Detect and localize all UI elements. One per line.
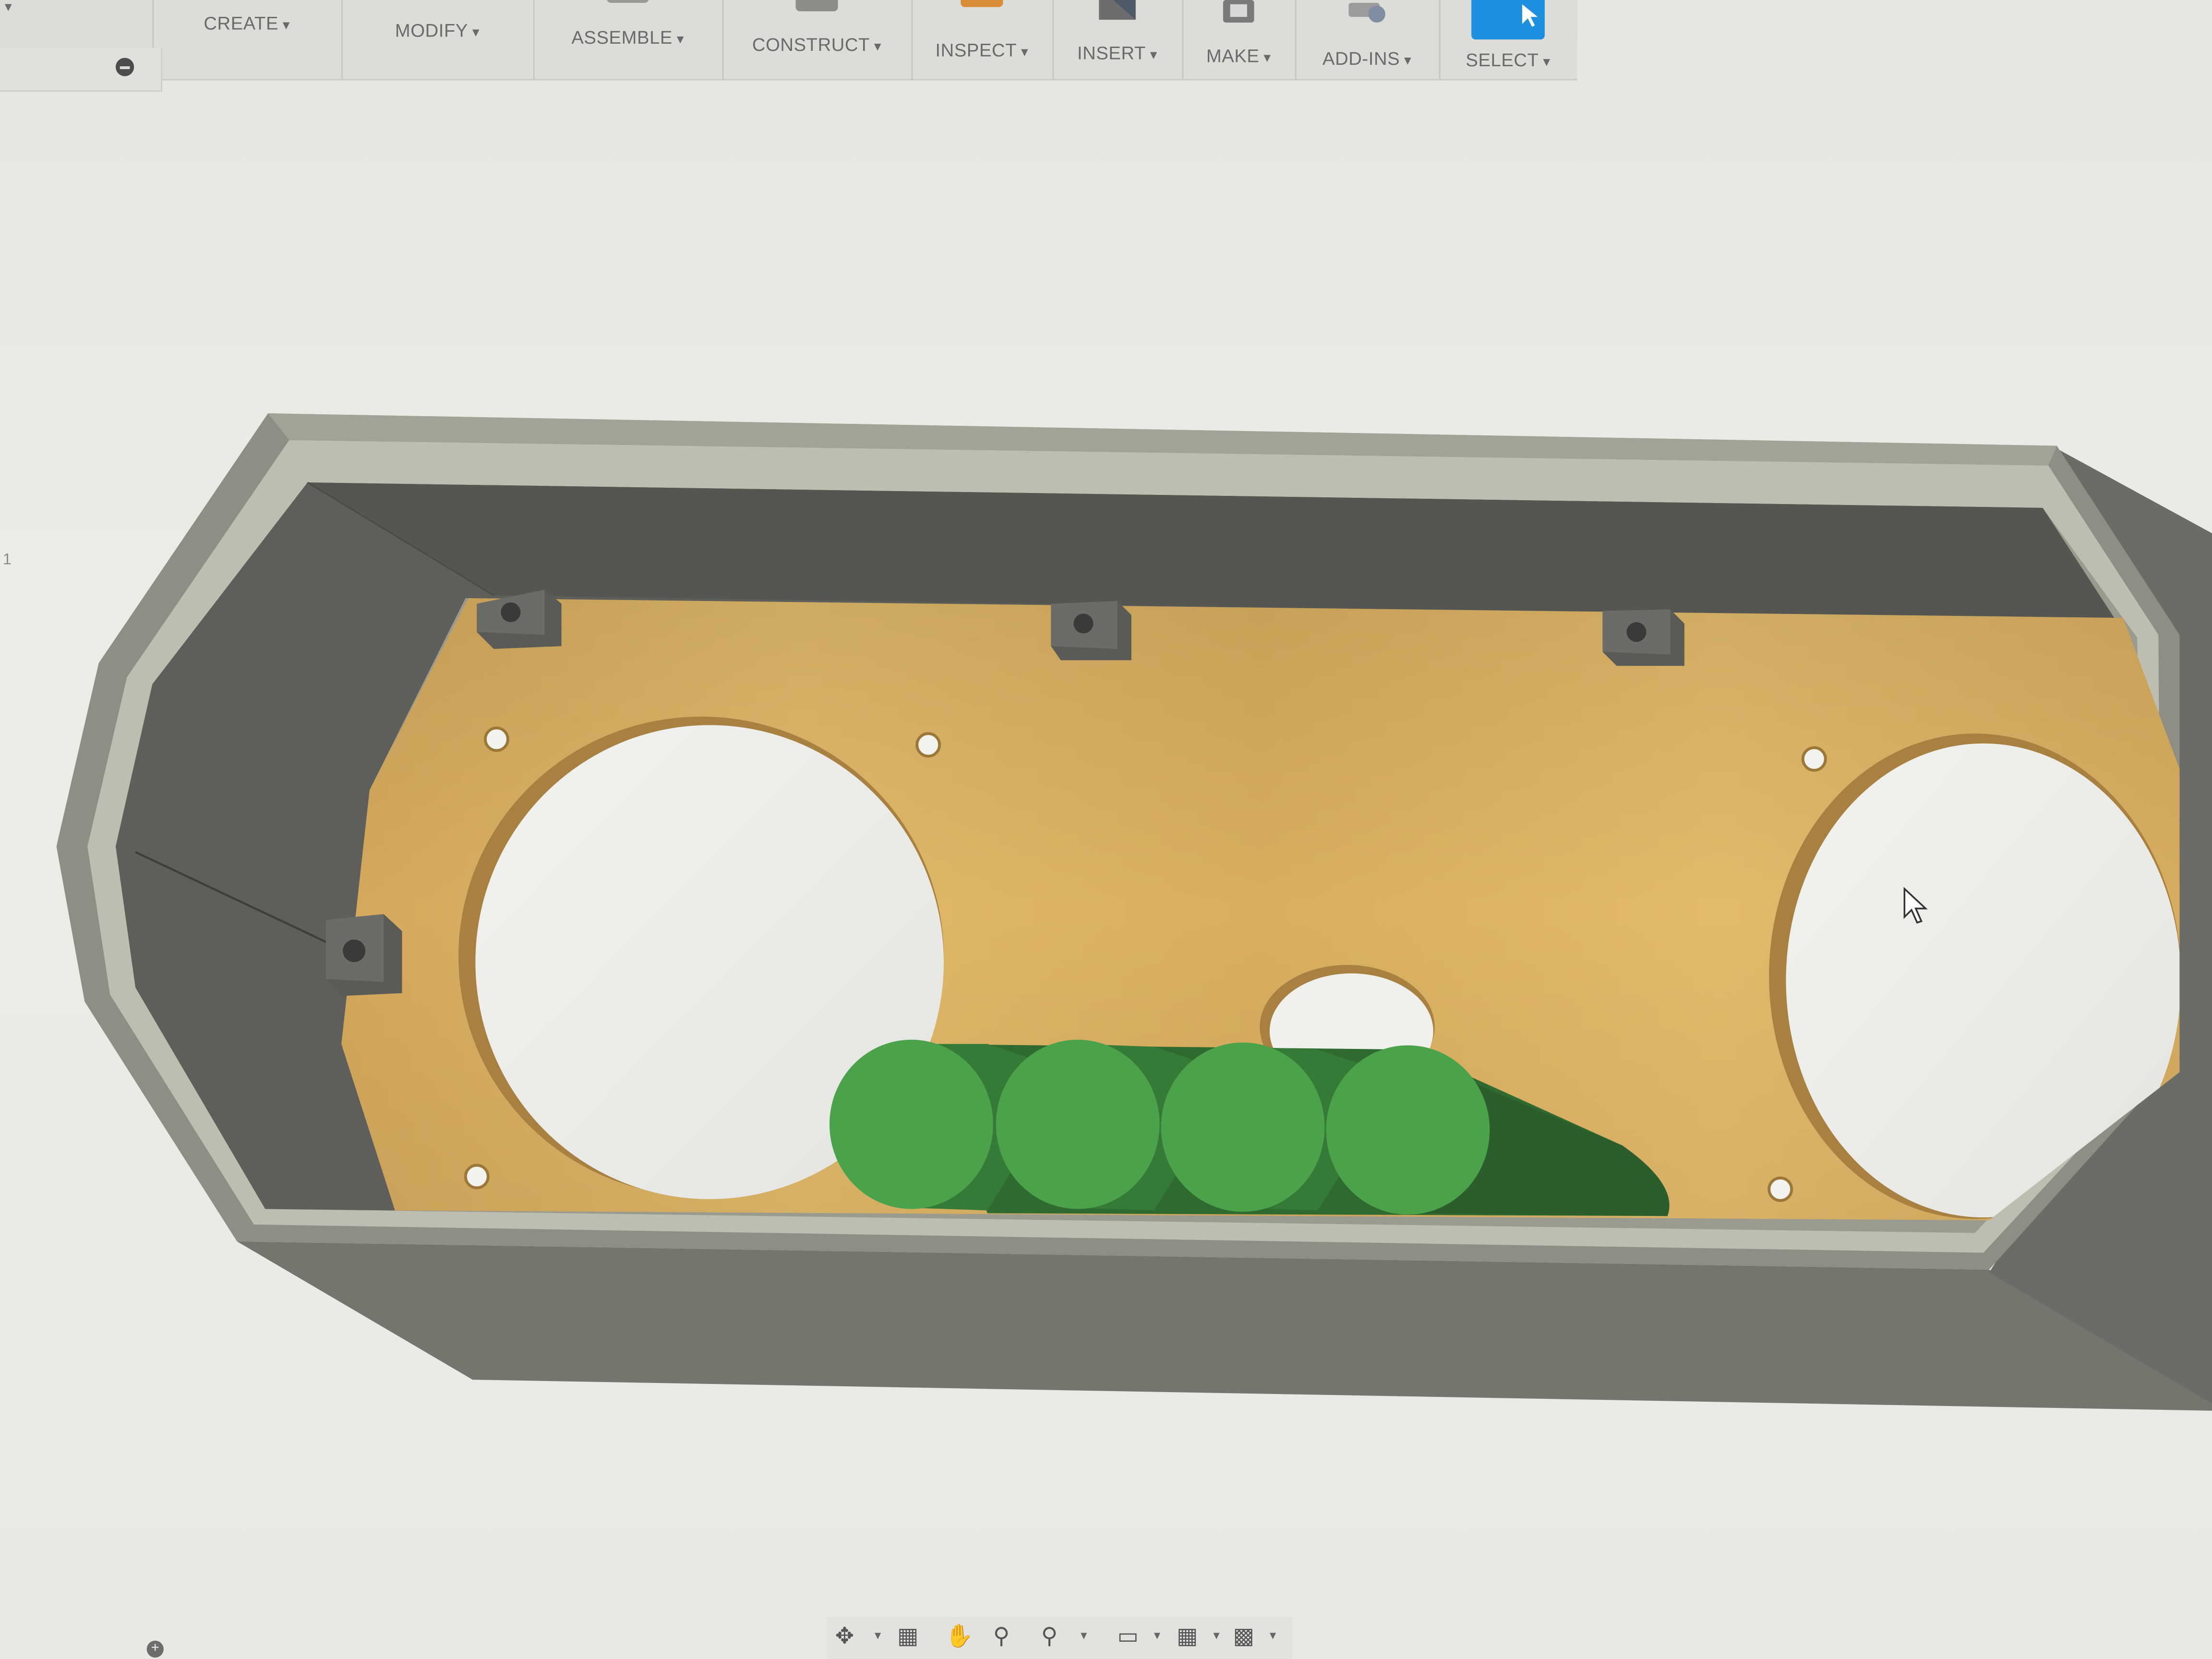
screw-hole	[464, 1164, 490, 1190]
battery-cell	[1161, 1042, 1325, 1212]
display-settings-icon[interactable]: ▭	[1118, 1625, 1139, 1650]
fit-icon[interactable]: ⚲	[1041, 1625, 1058, 1650]
viewports-caret-icon[interactable]: ▾	[1270, 1628, 1276, 1643]
screw-hole	[484, 726, 509, 752]
mouse-cursor-icon	[1903, 887, 1928, 924]
navigation-bar	[827, 1616, 1292, 1659]
pan-icon[interactable]: ✋	[945, 1625, 974, 1650]
battery-cell	[1326, 1045, 1490, 1215]
screw-hole	[915, 732, 941, 758]
viewports-icon[interactable]: ▩	[1233, 1625, 1254, 1650]
look-at-icon[interactable]: ▦	[897, 1625, 918, 1650]
battery-cell	[996, 1039, 1160, 1209]
grid-caret-icon[interactable]: ▾	[1213, 1628, 1219, 1643]
battery-cell	[830, 1039, 993, 1209]
grid-icon[interactable]: ▦	[1177, 1625, 1198, 1650]
zoom-icon[interactable]: ⚲	[993, 1625, 1010, 1650]
display-caret-icon[interactable]: ▾	[1154, 1628, 1160, 1643]
mounting-block	[325, 914, 402, 996]
model-viewport[interactable]	[0, 0, 2212, 1659]
mounting-block	[1051, 601, 1131, 661]
mounting-block	[1602, 609, 1684, 666]
fit-caret-icon[interactable]: ▾	[1081, 1628, 1087, 1643]
screw-hole	[1801, 746, 1827, 772]
add-icon[interactable]: +	[146, 1640, 164, 1658]
screw-hole	[1767, 1176, 1793, 1202]
orbit-icon[interactable]: ✥	[835, 1625, 854, 1650]
orbit-caret-icon[interactable]: ▾	[875, 1628, 881, 1643]
fusion-window: CREATE MODIFY ASSEMBLE CONSTRUCT INSPECT…	[0, 0, 2212, 1659]
